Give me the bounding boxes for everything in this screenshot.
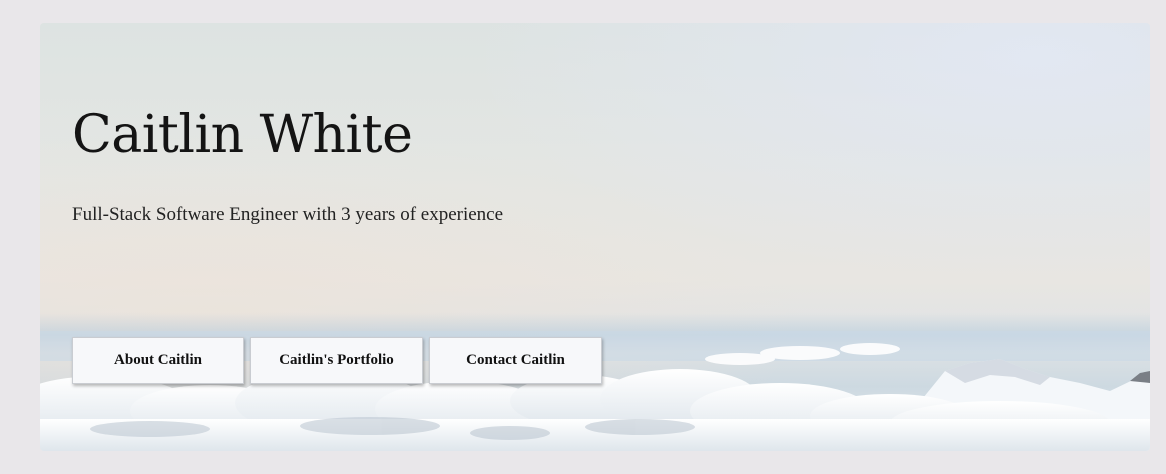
- contact-button[interactable]: Contact Caitlin: [429, 337, 602, 384]
- portfolio-button[interactable]: Caitlin's Portfolio: [250, 337, 423, 384]
- page-title: Caitlin White: [72, 105, 413, 165]
- action-button-row: About Caitlin Caitlin's Portfolio Contac…: [72, 337, 602, 384]
- about-button[interactable]: About Caitlin: [72, 337, 244, 384]
- page-subtitle: Full-Stack Software Engineer with 3 year…: [72, 204, 504, 225]
- hero-banner: Caitlin White Full-Stack Software Engine…: [40, 23, 1150, 451]
